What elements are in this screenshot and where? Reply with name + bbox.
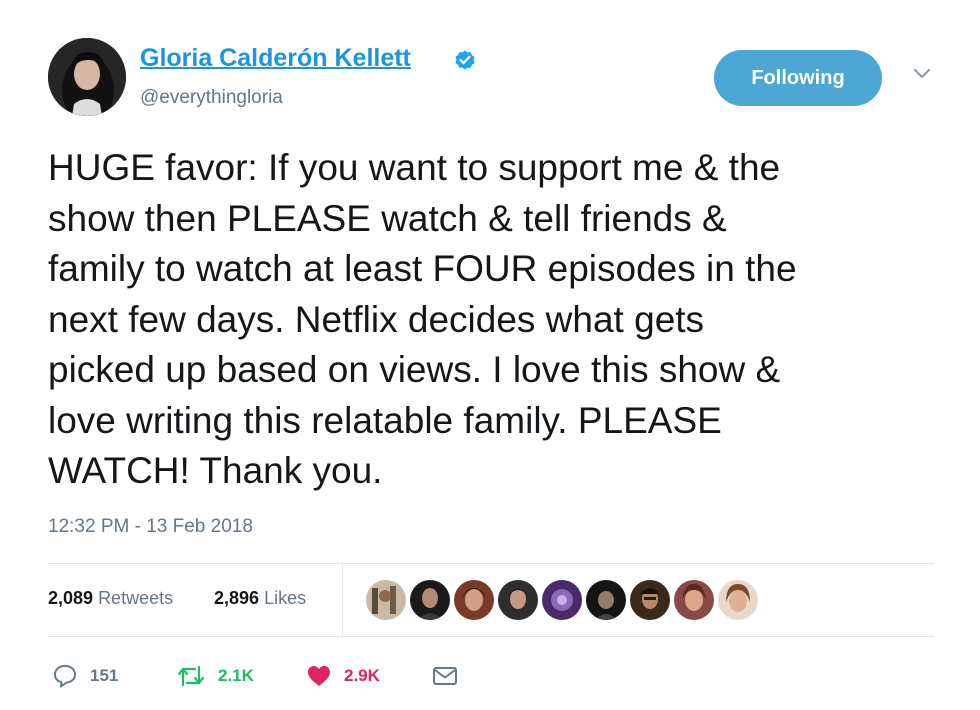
reply-count: 151 [90,666,119,685]
liker-avatar[interactable] [628,578,672,622]
liker-avatar[interactable] [496,578,540,622]
retweet-count: 2.1K [218,666,254,685]
tweet-card: Gloria Calderón Kellett @everythingloria… [0,0,980,710]
tweet-text-line: love writing this relatable family. PLEA… [48,399,722,441]
liker-avatar[interactable] [584,578,628,622]
tweet-text-line: family to watch at least FOUR episodes i… [48,248,797,289]
chevron-down-icon[interactable] [910,66,934,82]
heart-icon [308,666,330,686]
tweet-text-line: show then PLEASE watch & tell friends & [48,197,727,239]
likes-stat-label: Likes [264,588,307,608]
author-name[interactable]: Gloria Calderón Kellett [140,44,411,73]
like-action[interactable]: 2.9K [306,660,380,692]
retweet-icon [177,665,205,687]
likes-stat[interactable]: 2,896 Likes [214,588,306,609]
tweet-text-line: HUGE favor: If you want to support me & … [48,147,781,188]
liker-avatar[interactable] [364,578,408,622]
verified-badge-icon [455,50,475,70]
author-handle[interactable]: @everythingloria [140,87,283,109]
divider [48,636,934,637]
divider [48,563,934,564]
envelope-icon [433,667,457,685]
tweet-text: HUGE favor: If you want to support me & … [48,143,948,497]
like-count: 2.9K [344,666,380,685]
retweets-stat-label: Retweets [98,588,174,608]
divider [342,564,343,636]
avatar-image [48,38,126,116]
liker-avatar[interactable] [540,578,584,622]
following-button[interactable]: Following [714,50,882,106]
liker-avatar[interactable] [408,578,452,622]
likes-stat-count: 2,896 [214,588,260,608]
retweet-action[interactable]: 2.1K [176,660,254,692]
reply-icon [54,665,76,688]
tweet-text-line: next few days. Netflix decides what gets [48,298,705,340]
tweet-text-line: WATCH! Thank you. [48,450,383,491]
liker-avatar[interactable] [452,578,496,622]
direct-message-action[interactable] [432,660,458,692]
liker-avatar[interactable] [716,578,760,622]
retweets-stat[interactable]: 2,089 Retweets [48,588,173,609]
retweets-stat-count: 2,089 [48,588,94,608]
tweet-timestamp[interactable]: 12:32 PM - 13 Feb 2018 [48,516,253,538]
liker-avatar[interactable] [672,578,716,622]
tweet-text-line: picked up based on views. I love this sh… [48,349,781,390]
author-avatar[interactable] [48,38,126,116]
reply-action[interactable]: 151 [52,660,118,692]
